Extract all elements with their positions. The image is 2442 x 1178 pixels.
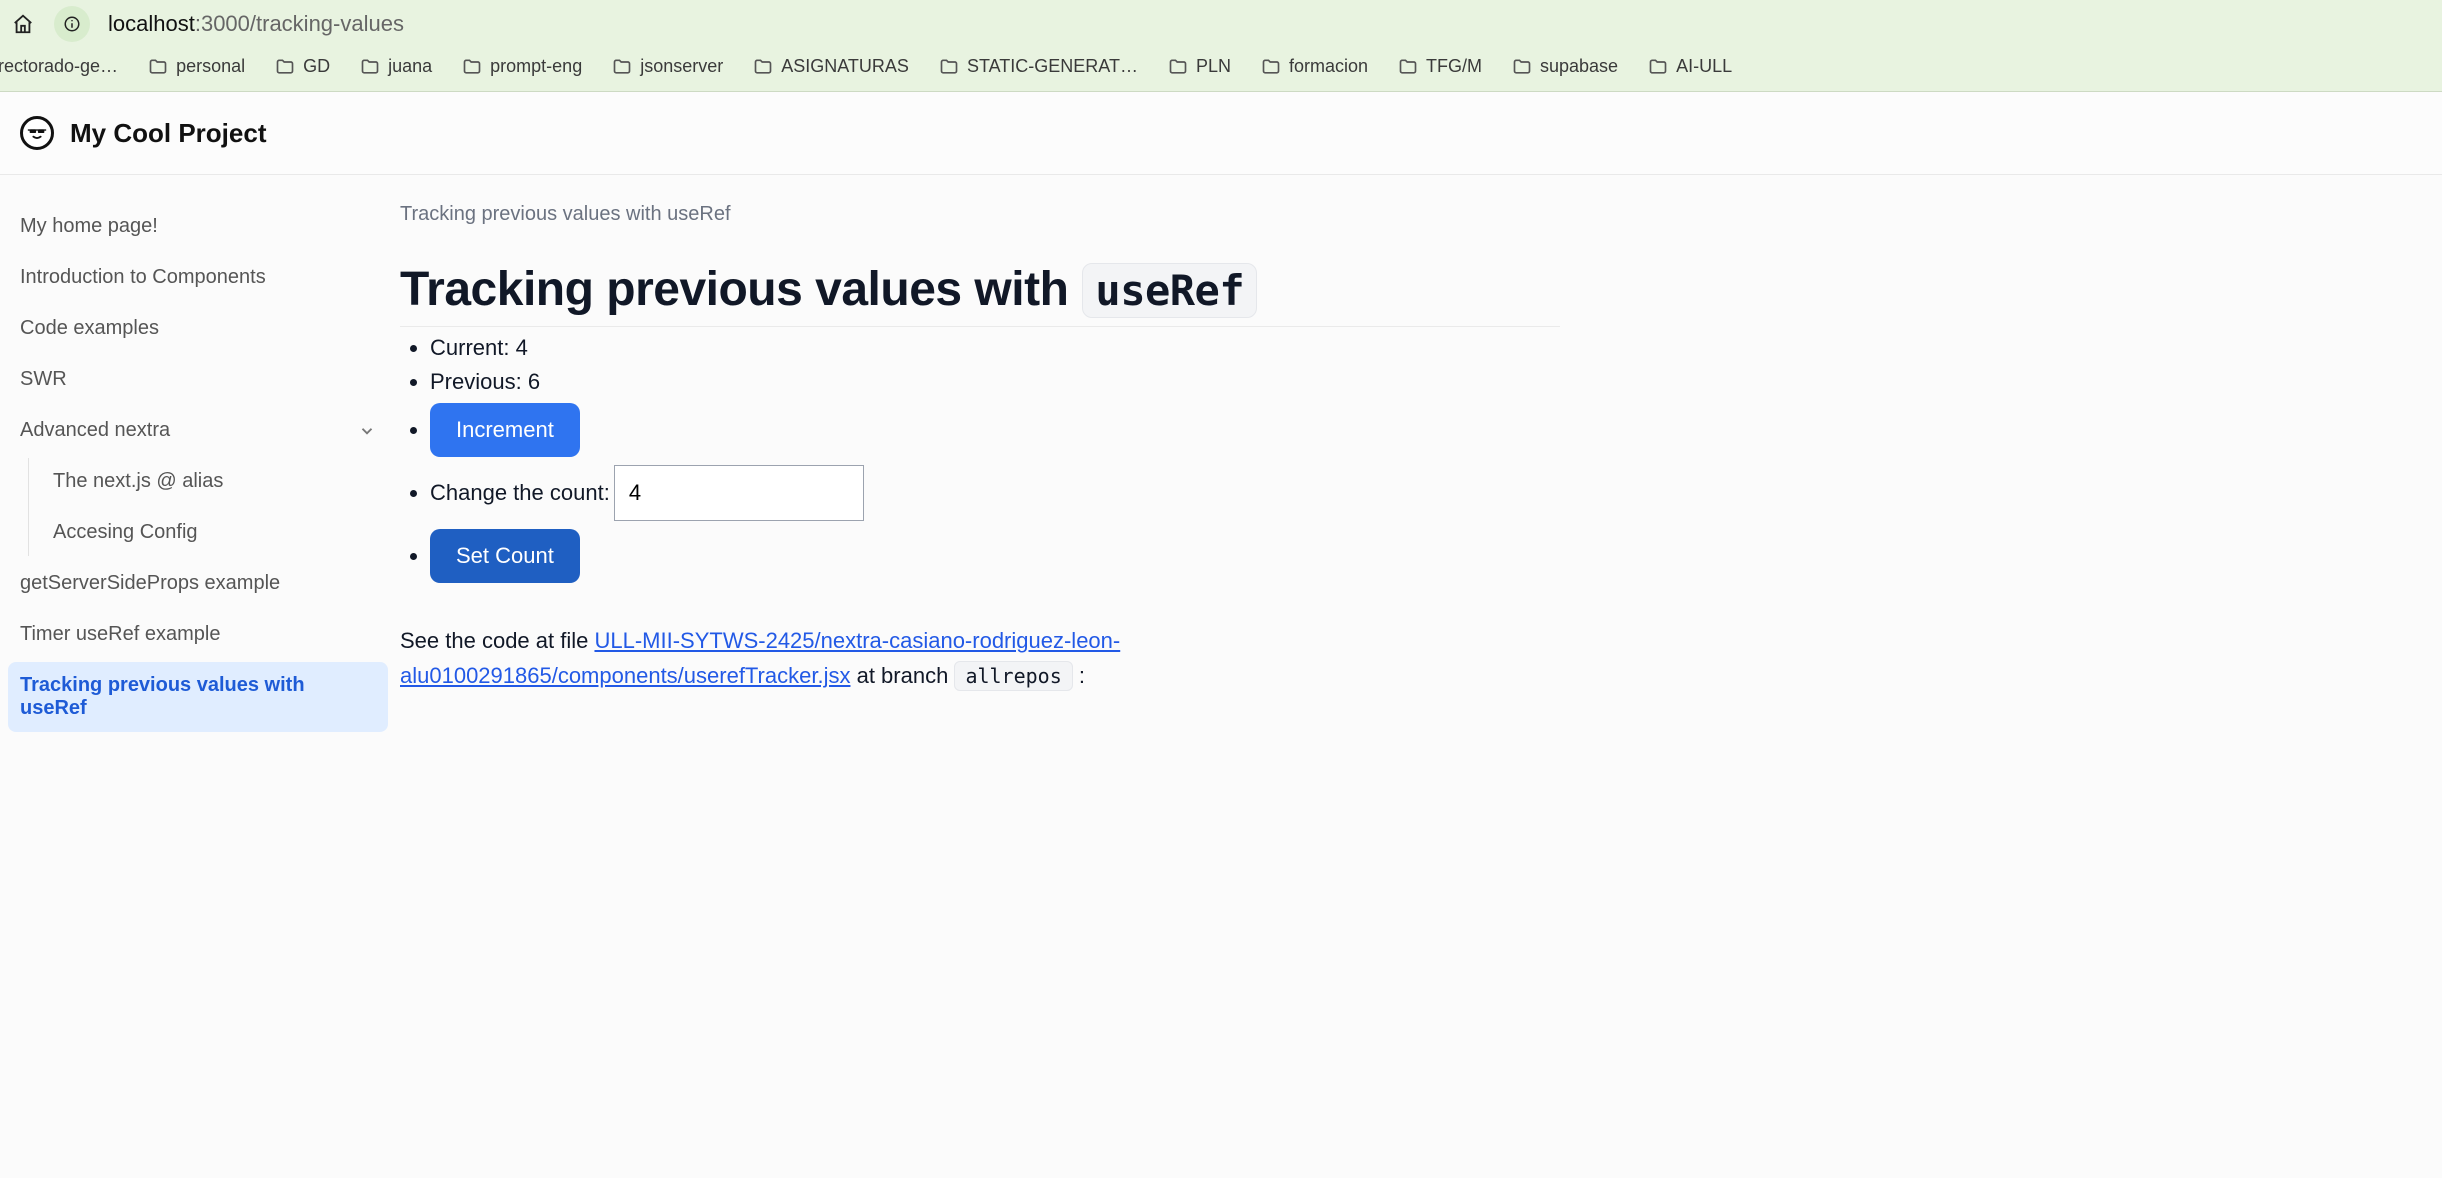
sidebar-item[interactable]: Code examples <box>8 305 388 352</box>
bookmarks-bar: rectorado-ge… personal GD juana prompt-eng js… <box>0 52 2442 92</box>
folder-icon <box>612 57 632 77</box>
bookmark-label: jsonserver <box>640 56 723 77</box>
see-code-prefix: See the code at file <box>400 628 594 653</box>
project-title[interactable]: My Cool Project <box>70 118 266 149</box>
page-title-text: Tracking previous values with <box>400 262 1068 317</box>
sidebar-item-label: The next.js @ alias <box>53 470 223 493</box>
current-label: Current: <box>430 335 509 360</box>
bookmark-item[interactable]: STATIC-GENERAT… <box>939 56 1138 77</box>
sidebar-item-label: Tracking previous values with useRef <box>20 674 376 720</box>
bookmark-label: STATIC-GENERAT… <box>967 56 1138 77</box>
breadcrumb: Tracking previous values with useRef <box>400 203 1560 226</box>
home-icon[interactable] <box>10 11 36 37</box>
app-header: My Cool Project <box>0 92 2442 175</box>
bookmark-item[interactable]: AI-ULL <box>1648 56 1732 77</box>
current-row: Current: 4 <box>430 335 1560 361</box>
page-title: Tracking previous values with useRef <box>400 262 1560 327</box>
see-code-mid: at branch <box>857 663 955 688</box>
bookmark-item[interactable]: rectorado-ge… <box>0 56 118 77</box>
bookmark-label: ASIGNATURAS <box>781 56 909 77</box>
sidebar-nav: My home page! Introduction to Components C… <box>0 175 400 764</box>
folder-icon <box>939 57 959 77</box>
bookmark-item[interactable]: GD <box>275 56 330 77</box>
change-count-row: Change the count: <box>430 465 1560 521</box>
main-layout: My home page! Introduction to Components C… <box>0 175 2442 764</box>
sidebar-item[interactable]: The next.js @ alias <box>33 458 388 505</box>
set-count-button[interactable]: Set Count <box>430 529 580 583</box>
sidebar-item-label: Introduction to Components <box>20 266 266 289</box>
sidebar-item-label: Timer useRef example <box>20 623 220 646</box>
sidebar-item-label: getServerSideProps example <box>20 572 280 595</box>
demo-list: Current: 4 Previous: 6 Increment Change … <box>400 335 1560 583</box>
bookmark-item[interactable]: TFG/M <box>1398 56 1482 77</box>
sidebar-subnav: The next.js @ alias Accesing Config <box>28 458 388 556</box>
bookmark-label: PLN <box>1196 56 1231 77</box>
sidebar-item-label: Code examples <box>20 317 159 340</box>
folder-icon <box>1261 57 1281 77</box>
bookmark-item[interactable]: prompt-eng <box>462 56 582 77</box>
url-path: :3000/tracking-values <box>195 11 404 36</box>
bookmark-label: juana <box>388 56 432 77</box>
folder-icon <box>1648 57 1668 77</box>
address-bar-row: localhost:3000/tracking-values <box>0 0 2442 52</box>
cool-face-icon <box>20 116 54 150</box>
previous-value: 6 <box>528 369 540 394</box>
bookmark-item[interactable]: personal <box>148 56 245 77</box>
sidebar-item[interactable]: Introduction to Components <box>8 254 388 301</box>
code-reference-paragraph: See the code at file ULL-MII-SYTWS-2425/… <box>400 623 1560 693</box>
bookmark-item[interactable]: formacion <box>1261 56 1368 77</box>
increment-row: Increment <box>430 403 1560 457</box>
bookmark-item[interactable]: ASIGNATURAS <box>753 56 909 77</box>
bookmark-label: TFG/M <box>1426 56 1482 77</box>
chevron-down-icon <box>358 422 376 440</box>
page-title-code: useRef <box>1082 263 1257 318</box>
url-text[interactable]: localhost:3000/tracking-values <box>108 11 404 37</box>
set-count-row: Set Count <box>430 529 1560 583</box>
folder-icon <box>275 57 295 77</box>
bookmark-label: GD <box>303 56 330 77</box>
folder-icon <box>360 57 380 77</box>
folder-icon <box>1168 57 1188 77</box>
sidebar-item-label: Advanced nextra <box>20 419 170 442</box>
bookmark-label: personal <box>176 56 245 77</box>
count-input[interactable] <box>614 465 864 521</box>
folder-icon <box>753 57 773 77</box>
folder-icon <box>148 57 168 77</box>
change-count-label: Change the count: <box>430 480 610 506</box>
increment-button[interactable]: Increment <box>430 403 580 457</box>
sidebar-item[interactable]: Timer useRef example <box>8 611 388 658</box>
main-content: Tracking previous values with useRef Tra… <box>400 175 1600 764</box>
sidebar-item[interactable]: SWR <box>8 356 388 403</box>
site-info-icon[interactable] <box>54 6 90 42</box>
sidebar-item-label: SWR <box>20 368 67 391</box>
bookmark-label: prompt-eng <box>490 56 582 77</box>
browser-chrome: localhost:3000/tracking-values rectorado… <box>0 0 2442 92</box>
bookmark-label: rectorado-ge… <box>0 56 118 77</box>
current-value: 4 <box>516 335 528 360</box>
url-host: localhost <box>108 11 195 36</box>
sidebar-item-label: My home page! <box>20 215 158 238</box>
folder-icon <box>462 57 482 77</box>
previous-label: Previous: <box>430 369 522 394</box>
bookmark-item[interactable]: jsonserver <box>612 56 723 77</box>
bookmark-label: AI-ULL <box>1676 56 1732 77</box>
bookmark-item[interactable]: supabase <box>1512 56 1618 77</box>
folder-icon <box>1398 57 1418 77</box>
see-code-tail: : <box>1079 663 1085 688</box>
bookmark-item[interactable]: PLN <box>1168 56 1231 77</box>
bookmark-label: formacion <box>1289 56 1368 77</box>
bookmark-item[interactable]: juana <box>360 56 432 77</box>
previous-row: Previous: 6 <box>430 369 1560 395</box>
sidebar-item[interactable]: My home page! <box>8 203 388 250</box>
sidebar-item[interactable]: Tracking previous values with useRef <box>8 662 388 732</box>
sidebar-item[interactable]: getServerSideProps example <box>8 560 388 607</box>
branch-code: allrepos <box>954 661 1072 691</box>
sidebar-item[interactable]: Accesing Config <box>33 509 388 556</box>
bookmark-label: supabase <box>1540 56 1618 77</box>
sidebar-item-label: Accesing Config <box>53 521 198 544</box>
sidebar-item[interactable]: Advanced nextra <box>8 407 388 454</box>
folder-icon <box>1512 57 1532 77</box>
